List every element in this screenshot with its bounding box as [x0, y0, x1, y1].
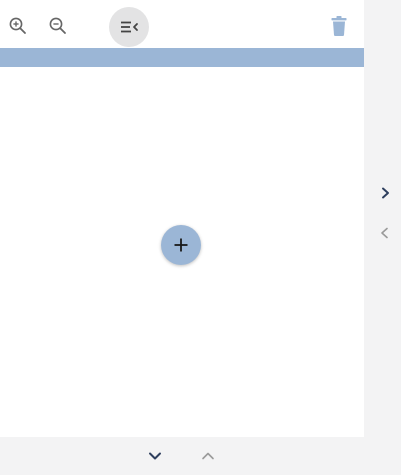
add-button[interactable]	[161, 225, 201, 265]
trash-icon	[331, 16, 347, 36]
app-root	[0, 0, 401, 475]
bottom-up-button[interactable]	[198, 446, 218, 466]
chevron-left-icon	[381, 227, 388, 239]
bottom-down-button[interactable]	[145, 446, 165, 466]
zoom-in-icon	[9, 17, 26, 34]
zoom-out-button[interactable]	[46, 14, 70, 38]
zoom-out-icon	[49, 17, 66, 34]
collapse-list-button[interactable]	[109, 7, 149, 47]
chevron-right-icon	[382, 187, 389, 199]
bottom-nav	[0, 437, 364, 475]
main-panel	[0, 0, 364, 437]
collapse-list-icon	[121, 21, 138, 33]
chevron-up-icon	[202, 452, 214, 460]
plus-icon	[174, 238, 188, 252]
toolbar	[0, 0, 364, 48]
zoom-in-button[interactable]	[6, 14, 30, 38]
side-next-button[interactable]	[376, 184, 394, 202]
delete-button[interactable]	[327, 14, 351, 38]
chevron-down-icon	[149, 452, 161, 460]
side-prev-button[interactable]	[376, 224, 394, 242]
header-bar	[0, 48, 364, 67]
